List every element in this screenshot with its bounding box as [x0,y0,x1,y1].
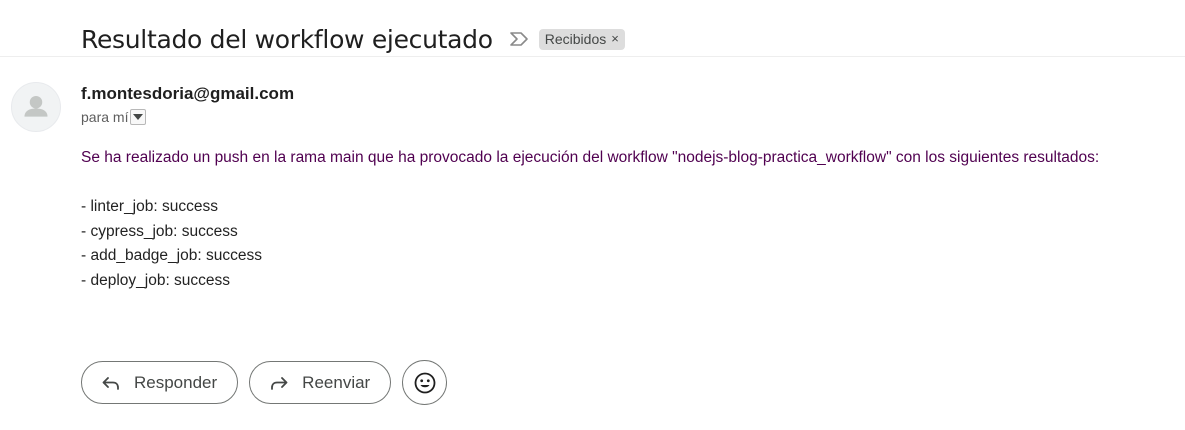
reply-button-label: Responder [134,372,218,392]
important-marker-icon[interactable] [509,31,529,47]
body-intro-text: Se ha realizado un push en la rama main … [81,149,1100,166]
reply-arrow-icon [100,372,122,394]
sender-avatar[interactable] [11,82,61,132]
email-actions: Responder Reenviar [81,360,448,405]
forward-arrow-icon [268,372,290,394]
forward-button-label: Reenviar [302,372,371,392]
caret-down-icon [133,114,144,120]
header-divider [0,56,1185,57]
forward-button[interactable]: Reenviar [249,361,392,404]
default-avatar-icon [24,95,48,117]
email-body: Se ha realizado un push en la rama main … [81,146,1099,293]
subject-row: Resultado del workflow ejecutado Recibid… [81,20,625,58]
email-subject: Resultado del workflow ejecutado [81,24,493,54]
emoji-reaction-button[interactable] [402,360,448,405]
job-result-line: - deploy_job: success [81,271,231,289]
recipient-label: para mí [81,109,129,125]
label-chip-text: Recibidos [544,30,607,47]
recipient-details-button[interactable] [130,109,147,125]
email-view: Resultado del workflow ejecutado Recibid… [0,0,1185,430]
sender-address[interactable]: f.montesdoria@gmail.com [81,84,294,104]
job-result-line: - linter_job: success [81,198,218,215]
label-chip-inbox[interactable]: Recibidos × [538,28,625,50]
job-result-line: - cypress_job: success [81,222,238,240]
reply-button[interactable]: Responder [81,361,239,404]
recipient-row: para mí [81,109,147,125]
job-result-line: - add_badge_job: success [81,247,262,264]
remove-label-button[interactable]: × [611,31,619,46]
smiley-face-icon [414,372,436,393]
